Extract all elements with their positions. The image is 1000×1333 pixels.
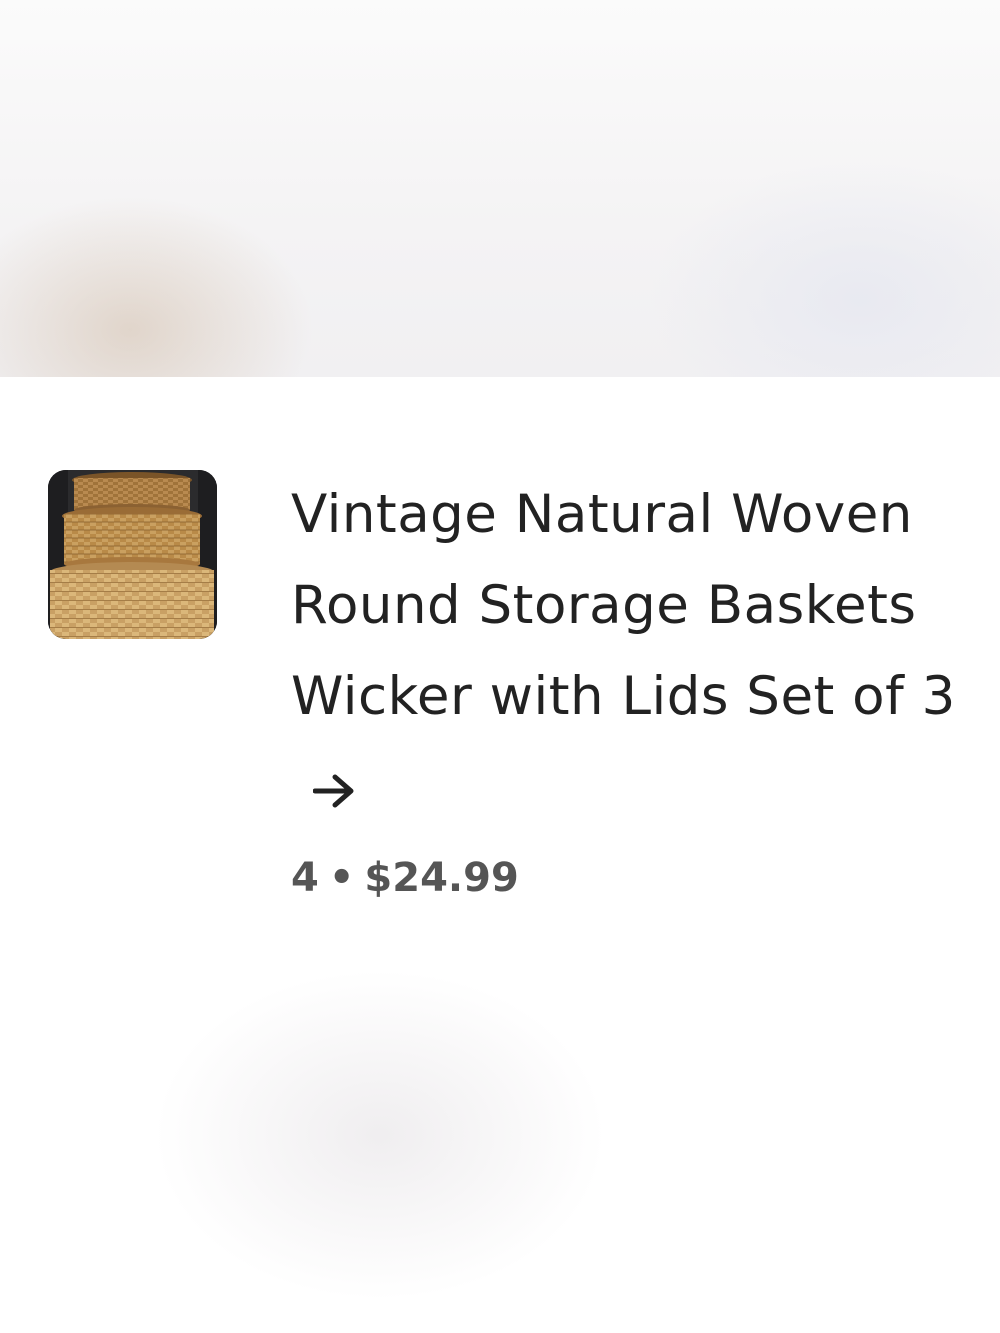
separator-dot: • — [328, 855, 355, 901]
quantity: 4 — [291, 855, 319, 901]
listing-card[interactable]: Vintage Natural Woven Round Storage Bask… — [0, 377, 1000, 955]
product-thumbnail[interactable] — [48, 470, 217, 639]
blurred-background-bottom — [0, 955, 1000, 1333]
blurred-background-top — [0, 0, 1000, 377]
listing-title: Vintage Natural Woven Round Storage Bask… — [291, 484, 956, 727]
listing-title-link[interactable]: Vintage Natural Woven Round Storage Bask… — [291, 469, 971, 837]
listing-meta: 4 • $24.99 — [291, 855, 519, 901]
price: $24.99 — [364, 855, 519, 901]
arrow-right-icon — [312, 746, 357, 837]
basket-image — [48, 470, 217, 639]
